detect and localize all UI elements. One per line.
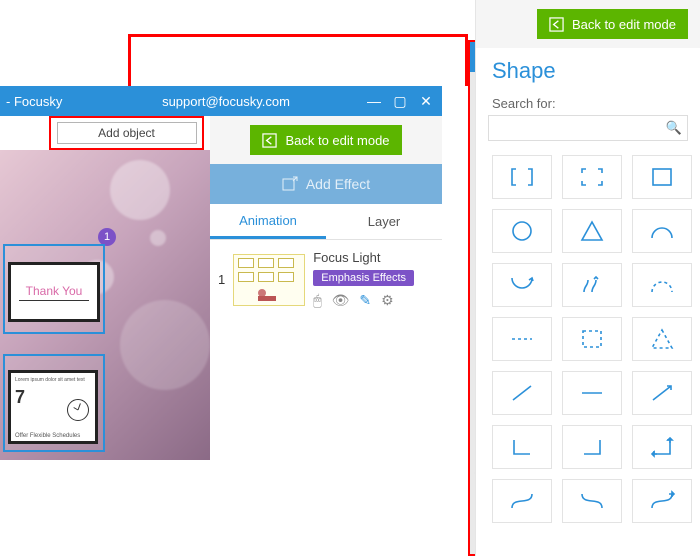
back-icon	[262, 133, 277, 148]
edit-anim-icon[interactable]: ✎	[359, 292, 371, 309]
shape-arc[interactable]	[632, 209, 692, 253]
shape-elbow-arrows[interactable]	[632, 425, 692, 469]
shape-arc-dashed[interactable]	[632, 263, 692, 307]
shape-triangle[interactable]	[562, 209, 622, 253]
shape-corners[interactable]	[562, 155, 622, 199]
mouse-trigger-icon[interactable]: 🖱	[313, 292, 321, 309]
animation-badge: Emphasis Effects	[313, 270, 414, 286]
shape-rect-dashed[interactable]	[562, 317, 622, 361]
annotation-bracket	[128, 34, 468, 86]
effect-tabs: Animation Layer	[210, 204, 442, 240]
app-title: - Focusky	[0, 94, 90, 109]
shape-curve-down[interactable]	[492, 263, 552, 307]
animation-index: 1	[218, 272, 225, 287]
popup-window: - Focusky support@focusky.com — ▢ ✕	[0, 86, 442, 116]
shape-panel: Back to edit mode Shape Search for: 🔍	[475, 0, 700, 556]
search-input[interactable]	[488, 115, 688, 141]
titlebar: - Focusky support@focusky.com — ▢ ✕	[0, 86, 442, 116]
shape-line-diag[interactable]	[492, 371, 552, 415]
schedule-slide[interactable]: Lorem ipsum dolor sit amet text 7 Offer …	[8, 370, 98, 444]
shape-elbow-up[interactable]	[562, 425, 622, 469]
back-label: Back to edit mode	[285, 133, 389, 148]
panel-title: Shape	[476, 48, 700, 90]
shape-elbow-down[interactable]	[492, 425, 552, 469]
back-to-edit-button-top[interactable]: Back to edit mode	[537, 9, 688, 39]
shape-brackets[interactable]	[492, 155, 552, 199]
document-title: support@focusky.com	[90, 94, 362, 109]
back-label: Back to edit mode	[572, 17, 676, 32]
add-effect-button[interactable]: Add Effect	[210, 164, 442, 204]
search-icon[interactable]: 🔍	[666, 120, 682, 136]
presentation-canvas[interactable]: 1 Thank You Lorem ipsum dolor sit amet t…	[0, 150, 210, 460]
shape-line[interactable]	[562, 371, 622, 415]
clock-icon	[67, 399, 89, 421]
schedule-label: Offer Flexible Schedules	[15, 433, 80, 439]
thank-you-text: Thank You	[26, 284, 83, 298]
add-object-button[interactable]: Add object	[57, 122, 197, 144]
preview-icon[interactable]: 👁	[332, 292, 350, 309]
thank-you-slide[interactable]: Thank You	[8, 262, 100, 322]
maximize-button[interactable]: ▢	[388, 91, 412, 111]
tab-layer[interactable]: Layer	[326, 204, 442, 239]
shape-line-dashed[interactable]	[492, 317, 552, 361]
shape-grid	[476, 141, 700, 523]
shape-circle[interactable]	[492, 209, 552, 253]
animation-name: Focus Light	[313, 250, 434, 265]
add-object-highlight: Add object	[49, 116, 204, 150]
shape-curve1[interactable]	[492, 479, 552, 523]
tab-animation[interactable]: Animation	[210, 204, 326, 239]
settings-icon[interactable]: ⚙	[381, 292, 394, 309]
effects-panel: Back to edit mode Add Effect Animation L…	[210, 116, 442, 319]
shape-arrow-line[interactable]	[632, 371, 692, 415]
shape-curve-arrow[interactable]	[632, 479, 692, 523]
animation-row[interactable]: 1 Focus Light Emphasis Effects 🖱 👁 ✎ ⚙	[210, 240, 442, 319]
shape-rectangle[interactable]	[632, 155, 692, 199]
shape-triangle-dashed[interactable]	[632, 317, 692, 361]
add-effect-label: Add Effect	[306, 176, 370, 192]
animation-thumbnail	[233, 254, 305, 306]
back-to-edit-button[interactable]: Back to edit mode	[250, 125, 401, 155]
minimize-button[interactable]: —	[362, 91, 386, 111]
close-button[interactable]: ✕	[414, 91, 438, 111]
shape-squiggle[interactable]	[562, 263, 622, 307]
shape-curve2[interactable]	[562, 479, 622, 523]
search-label: Search for:	[476, 90, 700, 115]
add-effect-icon	[282, 176, 298, 192]
back-icon	[549, 17, 564, 32]
